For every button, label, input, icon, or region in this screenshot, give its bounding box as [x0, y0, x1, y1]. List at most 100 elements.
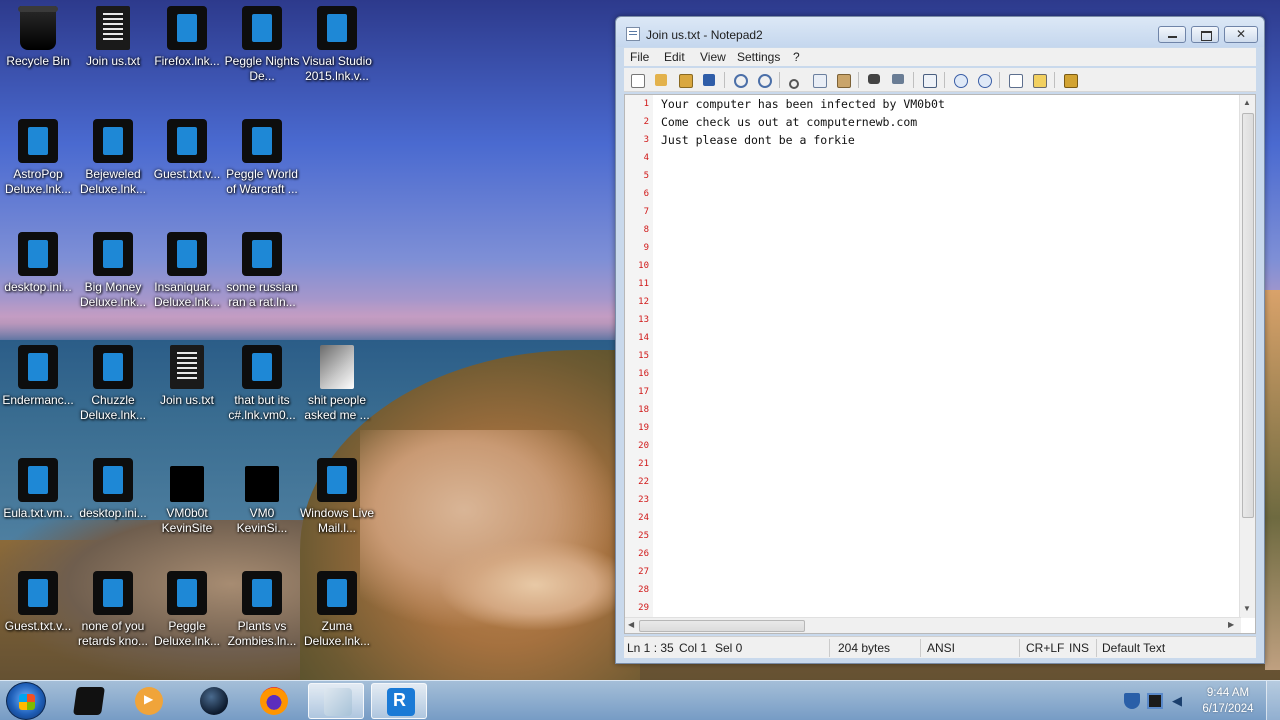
status-line-ending[interactable]: CR+LF	[1026, 641, 1064, 655]
status-insert-mode[interactable]: INS	[1069, 641, 1089, 655]
desktop-icon-join-us-txt-2[interactable]: Join us.txt	[149, 339, 225, 439]
find-icon[interactable]	[865, 71, 883, 89]
line-number: 7	[643, 207, 649, 217]
scroll-right-icon[interactable]: ▶	[1228, 620, 1234, 629]
scroll-down-icon[interactable]: ▼	[1243, 604, 1251, 613]
desktop-icon-insaniquarium[interactable]: Insaniquar... Deluxe.lnk...	[149, 226, 225, 326]
horizontal-scroll-thumb[interactable]	[639, 620, 805, 632]
zoom-out-icon[interactable]	[975, 71, 993, 89]
new-icon[interactable]	[628, 71, 646, 89]
shortcut-icon	[167, 6, 207, 50]
line-number: 26	[638, 549, 649, 559]
desktop-icon-vm0-kevinsite[interactable]: VM0 KevinSi...	[224, 452, 300, 552]
shortcut-icon	[18, 345, 58, 389]
desktop-icon-label: Visual Studio 2015.lnk.v...	[302, 54, 372, 83]
desktop-icon-guest-txt-2[interactable]: Guest.txt.v...	[0, 565, 76, 665]
copy-icon[interactable]	[810, 71, 828, 89]
shortcut-icon	[242, 571, 282, 615]
desktop-icon-chuzzle[interactable]: Chuzzle Deluxe.lnk...	[75, 339, 151, 439]
status-encoding[interactable]: ANSI	[927, 641, 955, 655]
desktop-icon-none-of-you[interactable]: none of you retards kno...	[75, 565, 151, 665]
volume-icon[interactable]	[1172, 693, 1188, 709]
redo-icon[interactable]	[755, 71, 773, 89]
vertical-scroll-thumb[interactable]	[1242, 113, 1254, 518]
desktop-icon-zuma-deluxe[interactable]: Zuma Deluxe.lnk...	[299, 565, 375, 665]
taskbar-button-notepad2[interactable]	[308, 683, 364, 719]
line-number: 17	[638, 387, 649, 397]
undo-icon[interactable]	[731, 71, 749, 89]
desktop-icon-firefox[interactable]: Firefox.lnk...	[149, 0, 225, 100]
editor-line: Come check us out at computernewb.com	[661, 115, 918, 129]
desktop-icon-that-but-its-csharp[interactable]: that but its c#.lnk.vm0...	[224, 339, 300, 439]
taskbar-button-rx-app[interactable]	[371, 683, 427, 719]
desktop-icon-vm0b0t-kevinsite[interactable]: VM0b0t KevinSite	[149, 452, 225, 552]
close-button[interactable]	[1224, 26, 1258, 43]
exit-icon[interactable]	[1061, 71, 1079, 89]
desktop-icon-label: Guest.txt.v...	[153, 167, 221, 181]
desktop-icon-label: desktop.ini...	[79, 506, 147, 520]
shortcut-icon	[93, 458, 133, 502]
status-scheme[interactable]: Default Text	[1102, 641, 1165, 655]
line-number: 2	[643, 117, 649, 127]
clock-time: 9:44 AM	[1206, 687, 1250, 699]
desktop-icon-peggle-wow[interactable]: Peggle World of Warcraft ...	[224, 113, 300, 213]
paste-icon[interactable]	[834, 71, 852, 89]
notepad-app-icon[interactable]	[626, 27, 640, 41]
scheme-icon[interactable]	[1006, 71, 1024, 89]
taskbar-button-firefox[interactable]	[245, 683, 301, 719]
menu-edit[interactable]: Edit	[664, 50, 685, 64]
menu-file[interactable]: File	[630, 50, 649, 64]
menu-settings[interactable]: Settings	[737, 50, 780, 64]
desktop-icon-eula-txt[interactable]: Eula.txt.vm...	[0, 452, 76, 552]
desktop-icon-desktop-ini[interactable]: desktop.ini...	[0, 226, 76, 326]
maximize-button[interactable]	[1191, 26, 1219, 43]
shortcut-icon	[242, 345, 282, 389]
desktop-icon-visual-studio[interactable]: Visual Studio 2015.lnk.v...	[299, 0, 375, 100]
desktop-icon-recycle-bin[interactable]: Recycle Bin	[0, 0, 76, 100]
vertical-scrollbar[interactable]: ▲ ▼	[1239, 95, 1255, 618]
line-number: 8	[643, 225, 649, 235]
security-shield-icon[interactable]	[1124, 693, 1140, 709]
desktop-icon-plants-vs-zombies[interactable]: Plants vs Zombies.ln...	[224, 565, 300, 665]
menu-view[interactable]: View	[700, 50, 726, 64]
zoom-in-icon[interactable]	[951, 71, 969, 89]
taskbar-button-media-player[interactable]	[120, 683, 176, 719]
desktop-icon-folder[interactable]: shit people asked me ...	[299, 339, 375, 439]
status-separator	[1019, 639, 1020, 657]
desktop-icon-peggle-nights[interactable]: Peggle Nights De...	[224, 0, 300, 100]
desktop-icon-guest-txt[interactable]: Guest.txt.v...	[149, 113, 225, 213]
menu-help[interactable]: ?	[793, 50, 800, 64]
taskbar-button-cube-app[interactable]	[60, 683, 116, 719]
save-icon[interactable]	[700, 71, 718, 89]
desktop-icon-bejeweled[interactable]: Bejeweled Deluxe.lnk...	[75, 113, 151, 213]
open-icon[interactable]	[652, 71, 670, 89]
shortcut-icon	[18, 119, 58, 163]
replace-icon[interactable]	[889, 71, 907, 89]
desktop-icon-some-russian[interactable]: some russian ran a rat.ln...	[224, 226, 300, 326]
browse-icon[interactable]	[676, 71, 694, 89]
desktop-icon-peggle-deluxe[interactable]: Peggle Deluxe.lnk...	[149, 565, 225, 665]
desktop-icon-endermanch[interactable]: Endermanc...	[0, 339, 76, 439]
desktop-icon-big-money[interactable]: Big Money Deluxe.lnk...	[75, 226, 151, 326]
customize-icon[interactable]	[1030, 71, 1048, 89]
system-clock[interactable]: 9:44 AM 6/17/2024	[1196, 685, 1260, 717]
title-bar[interactable]: Join us.txt - Notepad2	[616, 17, 1264, 47]
shortcut-icon	[167, 571, 207, 615]
text-editor[interactable]: 1 2 3 4 5 6 7 8 9 10 11 12 13 14 15 16 17 18 19 20 21 22 23 24 2…	[624, 94, 1256, 634]
show-desktop-button[interactable]	[1266, 681, 1280, 720]
taskbar-button-sphere-app[interactable]	[185, 683, 241, 719]
cut-icon[interactable]	[786, 71, 804, 89]
word-wrap-icon[interactable]	[920, 71, 938, 89]
desktop-icon-astropop[interactable]: AstroPop Deluxe.lnk...	[0, 113, 76, 213]
minimize-button[interactable]	[1158, 26, 1186, 43]
horizontal-scrollbar[interactable]: ◀ ▶	[625, 617, 1241, 633]
scroll-up-icon[interactable]: ▲	[1243, 98, 1251, 107]
start-button[interactable]	[6, 682, 46, 720]
line-number: 1	[643, 99, 649, 109]
network-icon[interactable]	[1147, 693, 1163, 709]
line-number: 5	[643, 171, 649, 181]
desktop-icon-desktop-ini-2[interactable]: desktop.ini...	[75, 452, 151, 552]
desktop-icon-join-us-txt[interactable]: Join us.txt	[75, 0, 151, 100]
desktop-icon-windows-live-mail[interactable]: Windows Live Mail.l...	[299, 452, 375, 552]
scroll-left-icon[interactable]: ◀	[628, 620, 634, 629]
